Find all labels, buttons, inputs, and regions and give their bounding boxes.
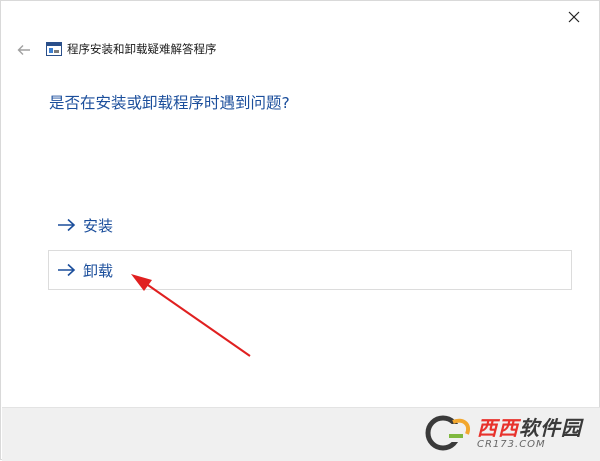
arrow-right-icon xyxy=(58,218,76,232)
window-title: 程序安装和卸载疑难解答程序 xyxy=(67,42,217,56)
troubleshooter-app-icon xyxy=(46,42,62,56)
close-icon xyxy=(568,11,580,23)
uninstall-option[interactable]: 卸载 xyxy=(48,250,572,290)
watermark-logo-icon xyxy=(425,415,470,451)
troubleshooter-window: 程序安装和卸载疑难解答程序 是否在安装或卸载程序时遇到问题? 安装 卸载 xyxy=(0,0,600,461)
install-option[interactable]: 安装 xyxy=(48,205,572,245)
watermark-text-sub: CR173.COM xyxy=(477,438,546,450)
watermark-text-main-b: 软件园 xyxy=(519,415,582,440)
install-option-label: 安装 xyxy=(83,216,114,235)
close-button[interactable] xyxy=(559,3,589,31)
uninstall-option-label: 卸载 xyxy=(83,261,114,280)
watermark-text-main-a: 西西 xyxy=(477,415,519,440)
arrow-right-icon xyxy=(58,263,76,277)
back-arrow-icon xyxy=(17,45,30,55)
watermark-logo: 西西软件园 CR173.COM xyxy=(423,412,582,454)
page-heading: 是否在安装或卸载程序时遇到问题? xyxy=(49,94,290,112)
back-button[interactable] xyxy=(13,39,35,61)
